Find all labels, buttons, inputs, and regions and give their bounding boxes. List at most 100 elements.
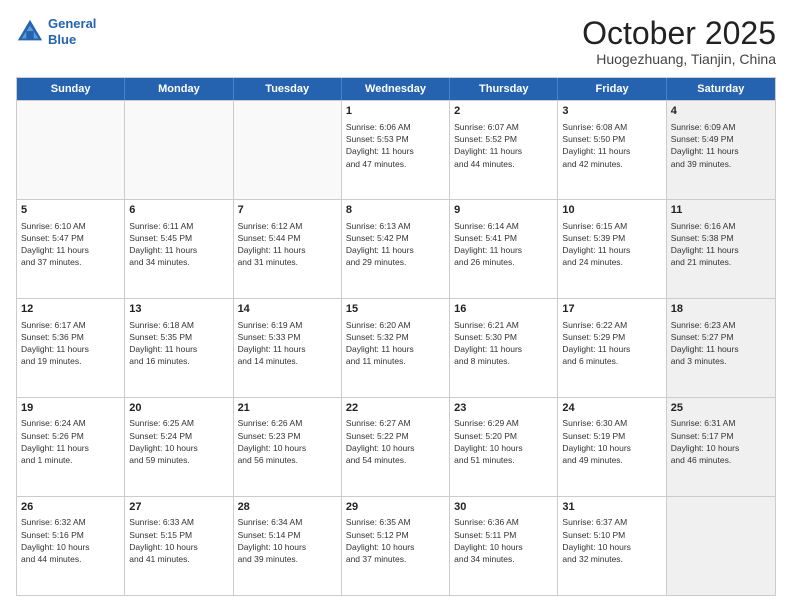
calendar-cell: 30Sunrise: 6:36 AM Sunset: 5:11 PM Dayli… [450,497,558,595]
day-number: 7 [238,203,337,218]
cell-info: Sunrise: 6:21 AM Sunset: 5:30 PM Dayligh… [454,319,553,368]
weekday-header: Tuesday [234,78,342,100]
calendar-cell: 29Sunrise: 6:35 AM Sunset: 5:12 PM Dayli… [342,497,450,595]
day-number: 6 [129,203,228,218]
calendar-cell: 15 Sunrise: 6:20 AM Sunset: 5:32 PM Dayli… [342,299,450,397]
cell-info: Sunrise: 6:27 AM Sunset: 5:22 PM Dayligh… [346,417,445,466]
day-number: 28 [238,500,337,515]
day-number: 22 [346,401,445,416]
calendar-cell: 13 Sunrise: 6:18 AM Sunset: 5:35 PM Dayli… [125,299,233,397]
weekday-header: Friday [558,78,666,100]
calendar-cell: 21Sunrise: 6:26 AM Sunset: 5:23 PM Dayli… [234,398,342,496]
cell-info: Sunrise: 6:14 AM Sunset: 5:41 PM Dayligh… [454,220,553,269]
calendar-cell: 3 Sunrise: 6:08 AM Sunset: 5:50 PM Daylig… [558,101,666,199]
calendar-cell: 9 Sunrise: 6:14 AM Sunset: 5:41 PM Daylig… [450,200,558,298]
day-number: 2 [454,104,553,119]
day-number: 29 [346,500,445,515]
cell-info: Sunrise: 6:22 AM Sunset: 5:29 PM Dayligh… [562,319,661,368]
weekday-header: Monday [125,78,233,100]
calendar-cell [125,101,233,199]
calendar-cell: 24Sunrise: 6:30 AM Sunset: 5:19 PM Dayli… [558,398,666,496]
calendar-cell: 27Sunrise: 6:33 AM Sunset: 5:15 PM Dayli… [125,497,233,595]
day-number: 3 [562,104,661,119]
cell-info: Sunrise: 6:32 AM Sunset: 5:16 PM Dayligh… [21,516,120,565]
day-number: 5 [21,203,120,218]
calendar-cell: 20Sunrise: 6:25 AM Sunset: 5:24 PM Dayli… [125,398,233,496]
calendar-row: 19Sunrise: 6:24 AM Sunset: 5:26 PM Dayli… [17,397,775,496]
cell-info: Sunrise: 6:33 AM Sunset: 5:15 PM Dayligh… [129,516,228,565]
calendar-cell [17,101,125,199]
day-number: 8 [346,203,445,218]
day-number: 4 [671,104,771,119]
day-number: 16 [454,302,553,317]
day-number: 20 [129,401,228,416]
cell-info: Sunrise: 6:23 AM Sunset: 5:27 PM Dayligh… [671,319,771,368]
day-number: 15 [346,302,445,317]
cell-info: Sunrise: 6:18 AM Sunset: 5:35 PM Dayligh… [129,319,228,368]
calendar-cell: 12Sunrise: 6:17 AM Sunset: 5:36 PM Dayli… [17,299,125,397]
day-number: 9 [454,203,553,218]
calendar-row: 12Sunrise: 6:17 AM Sunset: 5:36 PM Dayli… [17,298,775,397]
cell-info: Sunrise: 6:24 AM Sunset: 5:26 PM Dayligh… [21,417,120,466]
cell-info: Sunrise: 6:19 AM Sunset: 5:33 PM Dayligh… [238,319,337,368]
calendar-cell: 19Sunrise: 6:24 AM Sunset: 5:26 PM Dayli… [17,398,125,496]
cell-info: Sunrise: 6:11 AM Sunset: 5:45 PM Dayligh… [129,220,228,269]
day-number: 21 [238,401,337,416]
calendar-cell: 11Sunrise: 6:16 AM Sunset: 5:38 PM Dayli… [667,200,775,298]
day-number: 13 [129,302,228,317]
calendar-row: 5 Sunrise: 6:10 AM Sunset: 5:47 PM Daylig… [17,199,775,298]
calendar-cell [667,497,775,595]
cell-info: Sunrise: 6:07 AM Sunset: 5:52 PM Dayligh… [454,121,553,170]
weekday-header: Sunday [17,78,125,100]
weekday-header: Thursday [450,78,558,100]
day-number: 17 [562,302,661,317]
day-number: 25 [671,401,771,416]
cell-info: Sunrise: 6:35 AM Sunset: 5:12 PM Dayligh… [346,516,445,565]
calendar-cell: 17 Sunrise: 6:22 AM Sunset: 5:29 PM Dayli… [558,299,666,397]
cell-info: Sunrise: 6:20 AM Sunset: 5:32 PM Dayligh… [346,319,445,368]
day-number: 11 [671,203,771,218]
day-number: 23 [454,401,553,416]
calendar-cell: 5 Sunrise: 6:10 AM Sunset: 5:47 PM Daylig… [17,200,125,298]
day-number: 24 [562,401,661,416]
cell-info: Sunrise: 6:26 AM Sunset: 5:23 PM Dayligh… [238,417,337,466]
calendar-cell: 22Sunrise: 6:27 AM Sunset: 5:22 PM Dayli… [342,398,450,496]
logo: General Blue [16,16,96,47]
calendar-cell: 4 Sunrise: 6:09 AM Sunset: 5:49 PM Daylig… [667,101,775,199]
cell-info: Sunrise: 6:13 AM Sunset: 5:42 PM Dayligh… [346,220,445,269]
page: General Blue October 2025 Huogezhuang, T… [0,0,792,612]
calendar-cell [234,101,342,199]
day-number: 27 [129,500,228,515]
day-number: 19 [21,401,120,416]
header: General Blue October 2025 Huogezhuang, T… [16,16,776,67]
cell-info: Sunrise: 6:36 AM Sunset: 5:11 PM Dayligh… [454,516,553,565]
month-title: October 2025 [582,16,776,51]
weekday-header: Wednesday [342,78,450,100]
day-number: 26 [21,500,120,515]
cell-info: Sunrise: 6:34 AM Sunset: 5:14 PM Dayligh… [238,516,337,565]
calendar-cell: 18 Sunrise: 6:23 AM Sunset: 5:27 PM Dayli… [667,299,775,397]
cell-info: Sunrise: 6:30 AM Sunset: 5:19 PM Dayligh… [562,417,661,466]
calendar-cell: 23Sunrise: 6:29 AM Sunset: 5:20 PM Dayli… [450,398,558,496]
weekday-header: Saturday [667,78,775,100]
cell-info: Sunrise: 6:08 AM Sunset: 5:50 PM Dayligh… [562,121,661,170]
day-number: 18 [671,302,771,317]
cell-info: Sunrise: 6:10 AM Sunset: 5:47 PM Dayligh… [21,220,120,269]
logo-text: General Blue [48,16,96,47]
calendar-cell: 28Sunrise: 6:34 AM Sunset: 5:14 PM Dayli… [234,497,342,595]
cell-info: Sunrise: 6:37 AM Sunset: 5:10 PM Dayligh… [562,516,661,565]
calendar-cell: 7Sunrise: 6:12 AM Sunset: 5:44 PM Daylig… [234,200,342,298]
title-block: October 2025 Huogezhuang, Tianjin, China [582,16,776,67]
calendar-row: 1Sunrise: 6:06 AM Sunset: 5:53 PM Daylig… [17,100,775,199]
calendar-cell: 6 Sunrise: 6:11 AM Sunset: 5:45 PM Daylig… [125,200,233,298]
cell-info: Sunrise: 6:29 AM Sunset: 5:20 PM Dayligh… [454,417,553,466]
calendar-cell: 26Sunrise: 6:32 AM Sunset: 5:16 PM Dayli… [17,497,125,595]
cell-info: Sunrise: 6:09 AM Sunset: 5:49 PM Dayligh… [671,121,771,170]
day-number: 1 [346,104,445,119]
day-number: 31 [562,500,661,515]
calendar-row: 26Sunrise: 6:32 AM Sunset: 5:16 PM Dayli… [17,496,775,595]
logo-icon [16,18,44,46]
day-number: 14 [238,302,337,317]
calendar-cell: 16 Sunrise: 6:21 AM Sunset: 5:30 PM Dayli… [450,299,558,397]
calendar-cell: 2 Sunrise: 6:07 AM Sunset: 5:52 PM Daylig… [450,101,558,199]
